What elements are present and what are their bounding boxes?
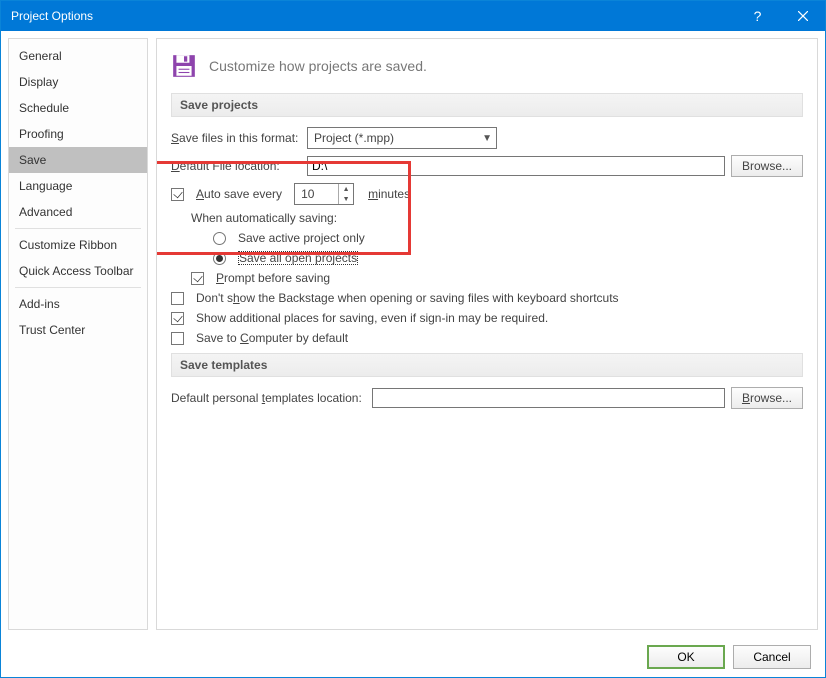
default-location-input[interactable] — [307, 156, 725, 176]
radio-save-active-label: Save active project only — [238, 231, 365, 245]
spinner-up-icon[interactable]: ▲ — [339, 184, 353, 194]
additional-places-label: Show additional places for saving, even … — [196, 311, 548, 325]
auto-save-checkbox[interactable] — [171, 188, 184, 201]
titlebar: Project Options ? — [1, 1, 825, 31]
when-saving-label: When automatically saving: — [191, 211, 337, 225]
sidebar-item-schedule[interactable]: Schedule — [9, 95, 147, 121]
project-options-dialog: Project Options ? General Display Schedu… — [0, 0, 826, 678]
spinner-down-icon[interactable]: ▼ — [339, 194, 353, 204]
templates-location-input[interactable] — [372, 388, 725, 408]
prompt-checkbox[interactable] — [191, 272, 204, 285]
sidebar-item-language[interactable]: Language — [9, 173, 147, 199]
sidebar-divider — [15, 287, 141, 288]
close-icon — [798, 11, 808, 21]
browse-location-button[interactable]: Browse... — [731, 155, 803, 177]
auto-save-label: Auto save every — [196, 187, 282, 201]
default-location-label: Default File location: — [171, 159, 301, 173]
additional-places-checkbox[interactable] — [171, 312, 184, 325]
sidebar-item-add-ins[interactable]: Add-ins — [9, 291, 147, 317]
sidebar-item-qat[interactable]: Quick Access Toolbar — [9, 258, 147, 284]
section-save-projects: Save projects — [171, 93, 803, 117]
help-button[interactable]: ? — [735, 1, 780, 31]
minutes-label: minutes — [368, 187, 410, 201]
sidebar-item-save[interactable]: Save — [9, 147, 147, 173]
sidebar: General Display Schedule Proofing Save L… — [8, 38, 148, 630]
sidebar-item-advanced[interactable]: Advanced — [9, 199, 147, 225]
backstage-checkbox[interactable] — [171, 292, 184, 305]
radio-save-all[interactable] — [213, 252, 226, 265]
chevron-down-icon: ▼ — [482, 133, 492, 144]
radio-save-all-label: Save all open projects — [238, 251, 358, 265]
cancel-button[interactable]: Cancel — [733, 645, 811, 669]
sidebar-item-proofing[interactable]: Proofing — [9, 121, 147, 147]
browse-templates-button[interactable]: Browse... — [731, 387, 803, 409]
sidebar-item-customize-ribbon[interactable]: Customize Ribbon — [9, 232, 147, 258]
templates-location-label: Default personal templates location: — [171, 391, 362, 405]
backstage-label: Don't show the Backstage when opening or… — [196, 291, 619, 305]
section-save-templates: Save templates — [171, 353, 803, 377]
save-format-combo[interactable]: Project (*.mpp) ▼ — [307, 127, 497, 149]
sidebar-divider — [15, 228, 141, 229]
save-computer-checkbox[interactable] — [171, 332, 184, 345]
sidebar-item-general[interactable]: General — [9, 43, 147, 69]
save-disk-icon — [171, 53, 197, 79]
dialog-footer: OK Cancel — [1, 637, 825, 677]
window-title: Project Options — [11, 9, 735, 23]
sidebar-item-display[interactable]: Display — [9, 69, 147, 95]
auto-save-spinner[interactable]: 10 ▲ ▼ — [294, 183, 354, 205]
save-format-label: Save files in this format: — [171, 131, 301, 145]
ok-button[interactable]: OK — [647, 645, 725, 669]
sidebar-item-trust-center[interactable]: Trust Center — [9, 317, 147, 343]
save-computer-label: Save to Computer by default — [196, 331, 348, 345]
header-text: Customize how projects are saved. — [209, 58, 427, 74]
prompt-label: Prompt before saving — [216, 271, 330, 285]
close-button[interactable] — [780, 1, 825, 31]
radio-save-active[interactable] — [213, 232, 226, 245]
content-pane: Customize how projects are saved. Save p… — [156, 38, 818, 630]
